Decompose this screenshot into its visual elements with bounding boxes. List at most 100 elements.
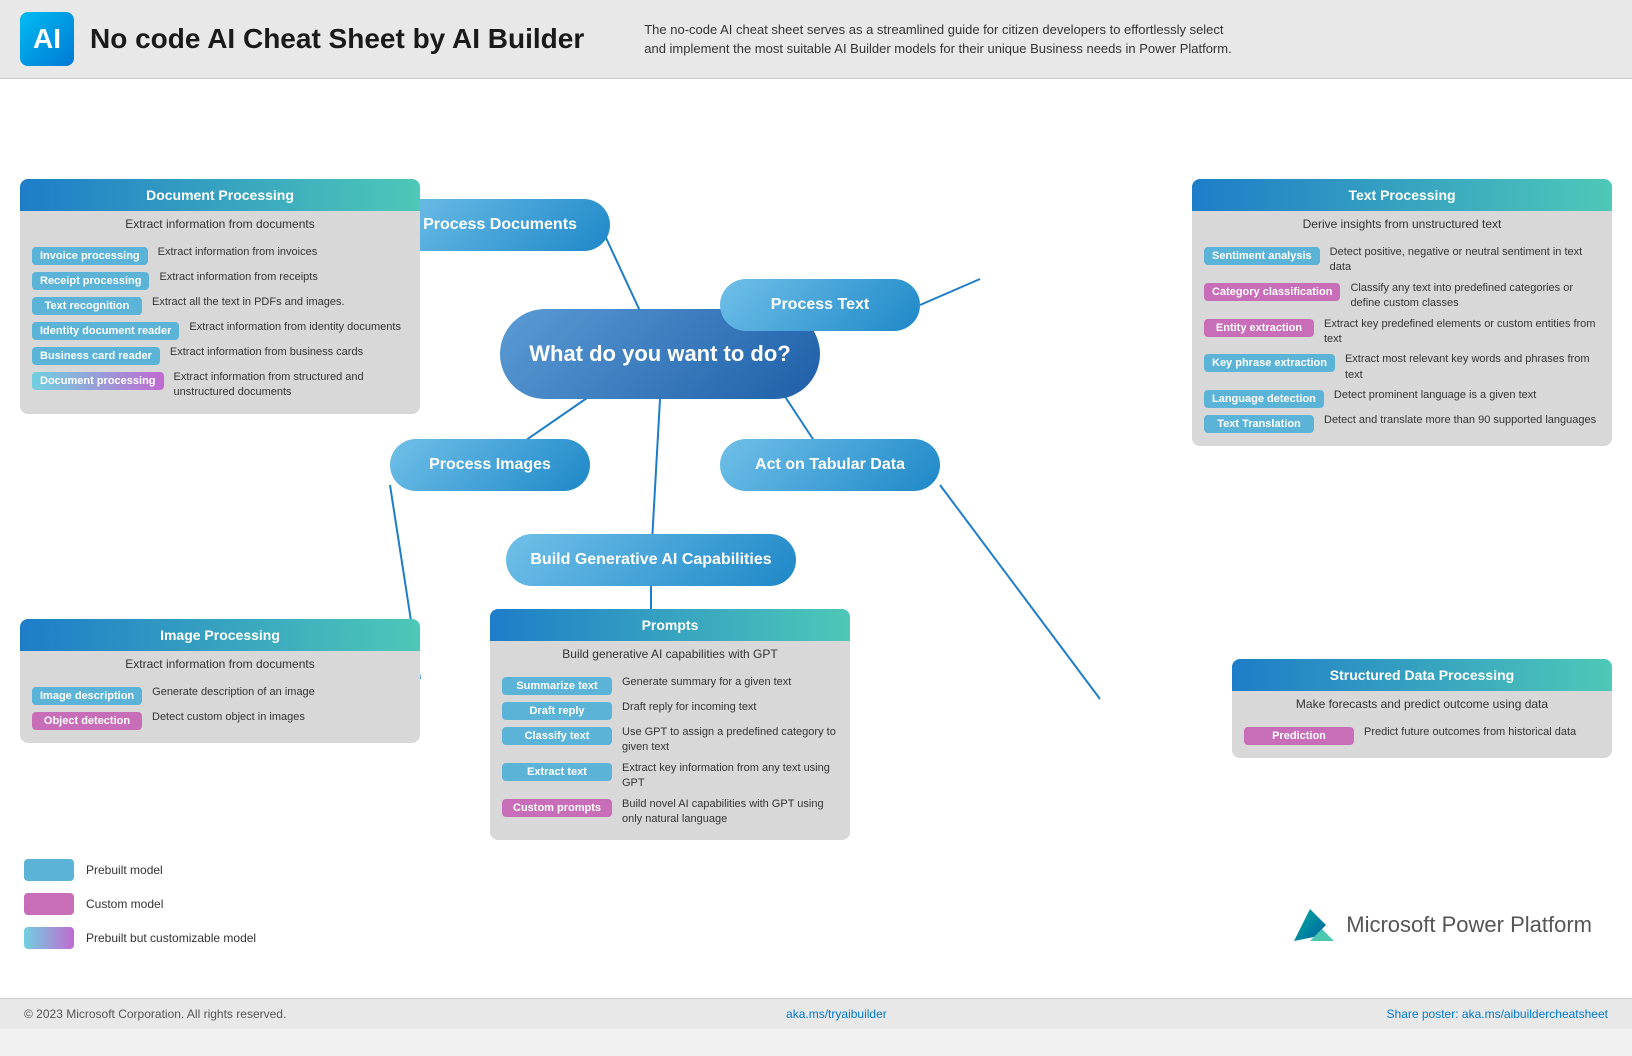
- item-description: Generate summary for a given text: [622, 675, 791, 690]
- list-item: Object detection Detect custom object in …: [32, 710, 408, 730]
- text-processing-title: Text Processing: [1192, 179, 1612, 211]
- legend: Prebuilt model Custom model Prebuilt but…: [24, 859, 256, 949]
- item-tag: Text Translation: [1204, 415, 1314, 433]
- item-tag: Text recognition: [32, 297, 142, 315]
- item-tag: Image description: [32, 687, 142, 705]
- footer-copyright: © 2023 Microsoft Corporation. All rights…: [24, 1007, 286, 1021]
- prompts-box: Prompts Build generative AI capabilities…: [490, 609, 850, 840]
- structured-data-subtitle: Make forecasts and predict outcome using…: [1232, 691, 1612, 717]
- prompts-body: Summarize text Generate summary for a giv…: [490, 667, 850, 840]
- list-item: Text recognition Extract all the text in …: [32, 295, 408, 315]
- item-description: Extract information from invoices: [158, 245, 318, 260]
- legend-prebuilt: Prebuilt model: [24, 859, 256, 881]
- process-images-oval[interactable]: Process Images: [390, 439, 590, 491]
- main-content: What do you want to do? Process Document…: [0, 79, 1632, 1029]
- item-tag: Classify text: [502, 727, 612, 745]
- img-processing-subtitle: Extract information from documents: [20, 651, 420, 677]
- page-title: No code AI Cheat Sheet by AI Builder: [90, 23, 584, 55]
- text-processing-body: Sentiment analysis Detect positive, negat…: [1192, 237, 1612, 446]
- list-item: Category classification Classify any text…: [1204, 281, 1600, 312]
- process-documents-oval[interactable]: Process Documents: [390, 199, 610, 251]
- list-item: Extract text Extract key information from…: [502, 761, 838, 792]
- legend-custom-label: Custom model: [86, 897, 163, 911]
- act-on-tabular-oval[interactable]: Act on Tabular Data: [720, 439, 940, 491]
- item-tag: Draft reply: [502, 702, 612, 720]
- list-item: Identity document reader Extract informat…: [32, 320, 408, 340]
- item-description: Extract key information from any text us…: [622, 761, 838, 792]
- list-item: Document processing Extract information f…: [32, 370, 408, 401]
- item-tag: Invoice processing: [32, 247, 148, 265]
- item-description: Detect custom object in images: [152, 710, 305, 725]
- item-description: Extract most relevant key words and phra…: [1345, 352, 1600, 383]
- list-item: Entity extraction Extract key predefined …: [1204, 317, 1600, 348]
- legend-custom-swatch: [24, 893, 74, 915]
- list-item: Key phrase extraction Extract most releva…: [1204, 352, 1600, 383]
- item-tag: Prediction: [1244, 727, 1354, 745]
- item-description: Extract information from identity docume…: [189, 320, 401, 335]
- structured-data-body: Prediction Predict future outcomes from h…: [1232, 717, 1612, 758]
- list-item: Sentiment analysis Detect positive, negat…: [1204, 245, 1600, 276]
- legend-custom: Custom model: [24, 893, 256, 915]
- item-description: Extract information from structured and …: [174, 370, 408, 401]
- item-description: Detect prominent language is a given tex…: [1334, 388, 1536, 403]
- item-description: Extract key predefined elements or custo…: [1324, 317, 1600, 348]
- item-description: Extract information from business cards: [170, 345, 363, 360]
- item-description: Draft reply for incoming text: [622, 700, 757, 715]
- item-description: Use GPT to assign a predefined category …: [622, 725, 838, 756]
- footer-center-link[interactable]: aka.ms/tryaibuilder: [786, 1007, 887, 1021]
- list-item: Image description Generate description of…: [32, 685, 408, 705]
- item-tag: Language detection: [1204, 390, 1324, 408]
- item-tag: Document processing: [32, 372, 164, 390]
- item-description: Extract information from receipts: [159, 270, 317, 285]
- list-item: Business card reader Extract information …: [32, 345, 408, 365]
- item-description: Generate description of an image: [152, 685, 315, 700]
- header-description: The no-code AI cheat sheet serves as a s…: [644, 20, 1244, 59]
- item-description: Detect positive, negative or neutral sen…: [1330, 245, 1600, 276]
- item-description: Classify any text into predefined catego…: [1350, 281, 1600, 312]
- item-tag: Key phrase extraction: [1204, 354, 1335, 372]
- power-platform-logo: [1286, 901, 1334, 949]
- prompts-subtitle: Build generative AI capabilities with GP…: [490, 641, 850, 667]
- prompts-title: Prompts: [490, 609, 850, 641]
- build-generative-oval[interactable]: Build Generative AI Capabilities: [506, 534, 796, 586]
- item-tag: Category classification: [1204, 283, 1340, 301]
- legend-customizable: Prebuilt but customizable model: [24, 927, 256, 949]
- list-item: Custom prompts Build novel AI capabilitie…: [502, 797, 838, 828]
- document-processing-box: Document Processing Extract information …: [20, 179, 420, 414]
- item-description: Extract all the text in PDFs and images.: [152, 295, 345, 310]
- item-tag: Summarize text: [502, 677, 612, 695]
- image-processing-box: Image Processing Extract information fro…: [20, 619, 420, 743]
- item-description: Detect and translate more than 90 suppor…: [1324, 413, 1596, 428]
- item-description: Predict future outcomes from historical …: [1364, 725, 1576, 740]
- item-tag: Extract text: [502, 763, 612, 781]
- svg-text:AI: AI: [33, 23, 61, 54]
- list-item: Draft reply Draft reply for incoming text: [502, 700, 838, 720]
- legend-customizable-swatch: [24, 927, 74, 949]
- footer-right-link[interactable]: Share poster: aka.ms/aibuildercheatsheet: [1387, 1007, 1608, 1021]
- item-tag: Receipt processing: [32, 272, 149, 290]
- item-description: Build novel AI capabilities with GPT usi…: [622, 797, 838, 828]
- footer: © 2023 Microsoft Corporation. All rights…: [0, 998, 1632, 1029]
- power-platform-label: Microsoft Power Platform: [1346, 912, 1592, 938]
- item-tag: Identity document reader: [32, 322, 179, 340]
- list-item: Invoice processing Extract information fr…: [32, 245, 408, 265]
- doc-processing-subtitle: Extract information from documents: [20, 211, 420, 237]
- doc-processing-title: Document Processing: [20, 179, 420, 211]
- img-processing-title: Image Processing: [20, 619, 420, 651]
- item-tag: Object detection: [32, 712, 142, 730]
- power-platform-branding: Microsoft Power Platform: [1286, 901, 1592, 949]
- legend-customizable-label: Prebuilt but customizable model: [86, 931, 256, 945]
- process-text-oval[interactable]: Process Text: [720, 279, 920, 331]
- legend-prebuilt-swatch: [24, 859, 74, 881]
- text-processing-subtitle: Derive insights from unstructured text: [1192, 211, 1612, 237]
- item-tag: Sentiment analysis: [1204, 247, 1320, 265]
- item-tag: Entity extraction: [1204, 319, 1314, 337]
- text-processing-box: Text Processing Derive insights from uns…: [1192, 179, 1612, 446]
- structured-data-title: Structured Data Processing: [1232, 659, 1612, 691]
- legend-prebuilt-label: Prebuilt model: [86, 863, 163, 877]
- list-item: Prediction Predict future outcomes from h…: [1244, 725, 1600, 745]
- item-tag: Business card reader: [32, 347, 160, 365]
- item-tag: Custom prompts: [502, 799, 612, 817]
- list-item: Summarize text Generate summary for a giv…: [502, 675, 838, 695]
- img-processing-body: Image description Generate description of…: [20, 677, 420, 743]
